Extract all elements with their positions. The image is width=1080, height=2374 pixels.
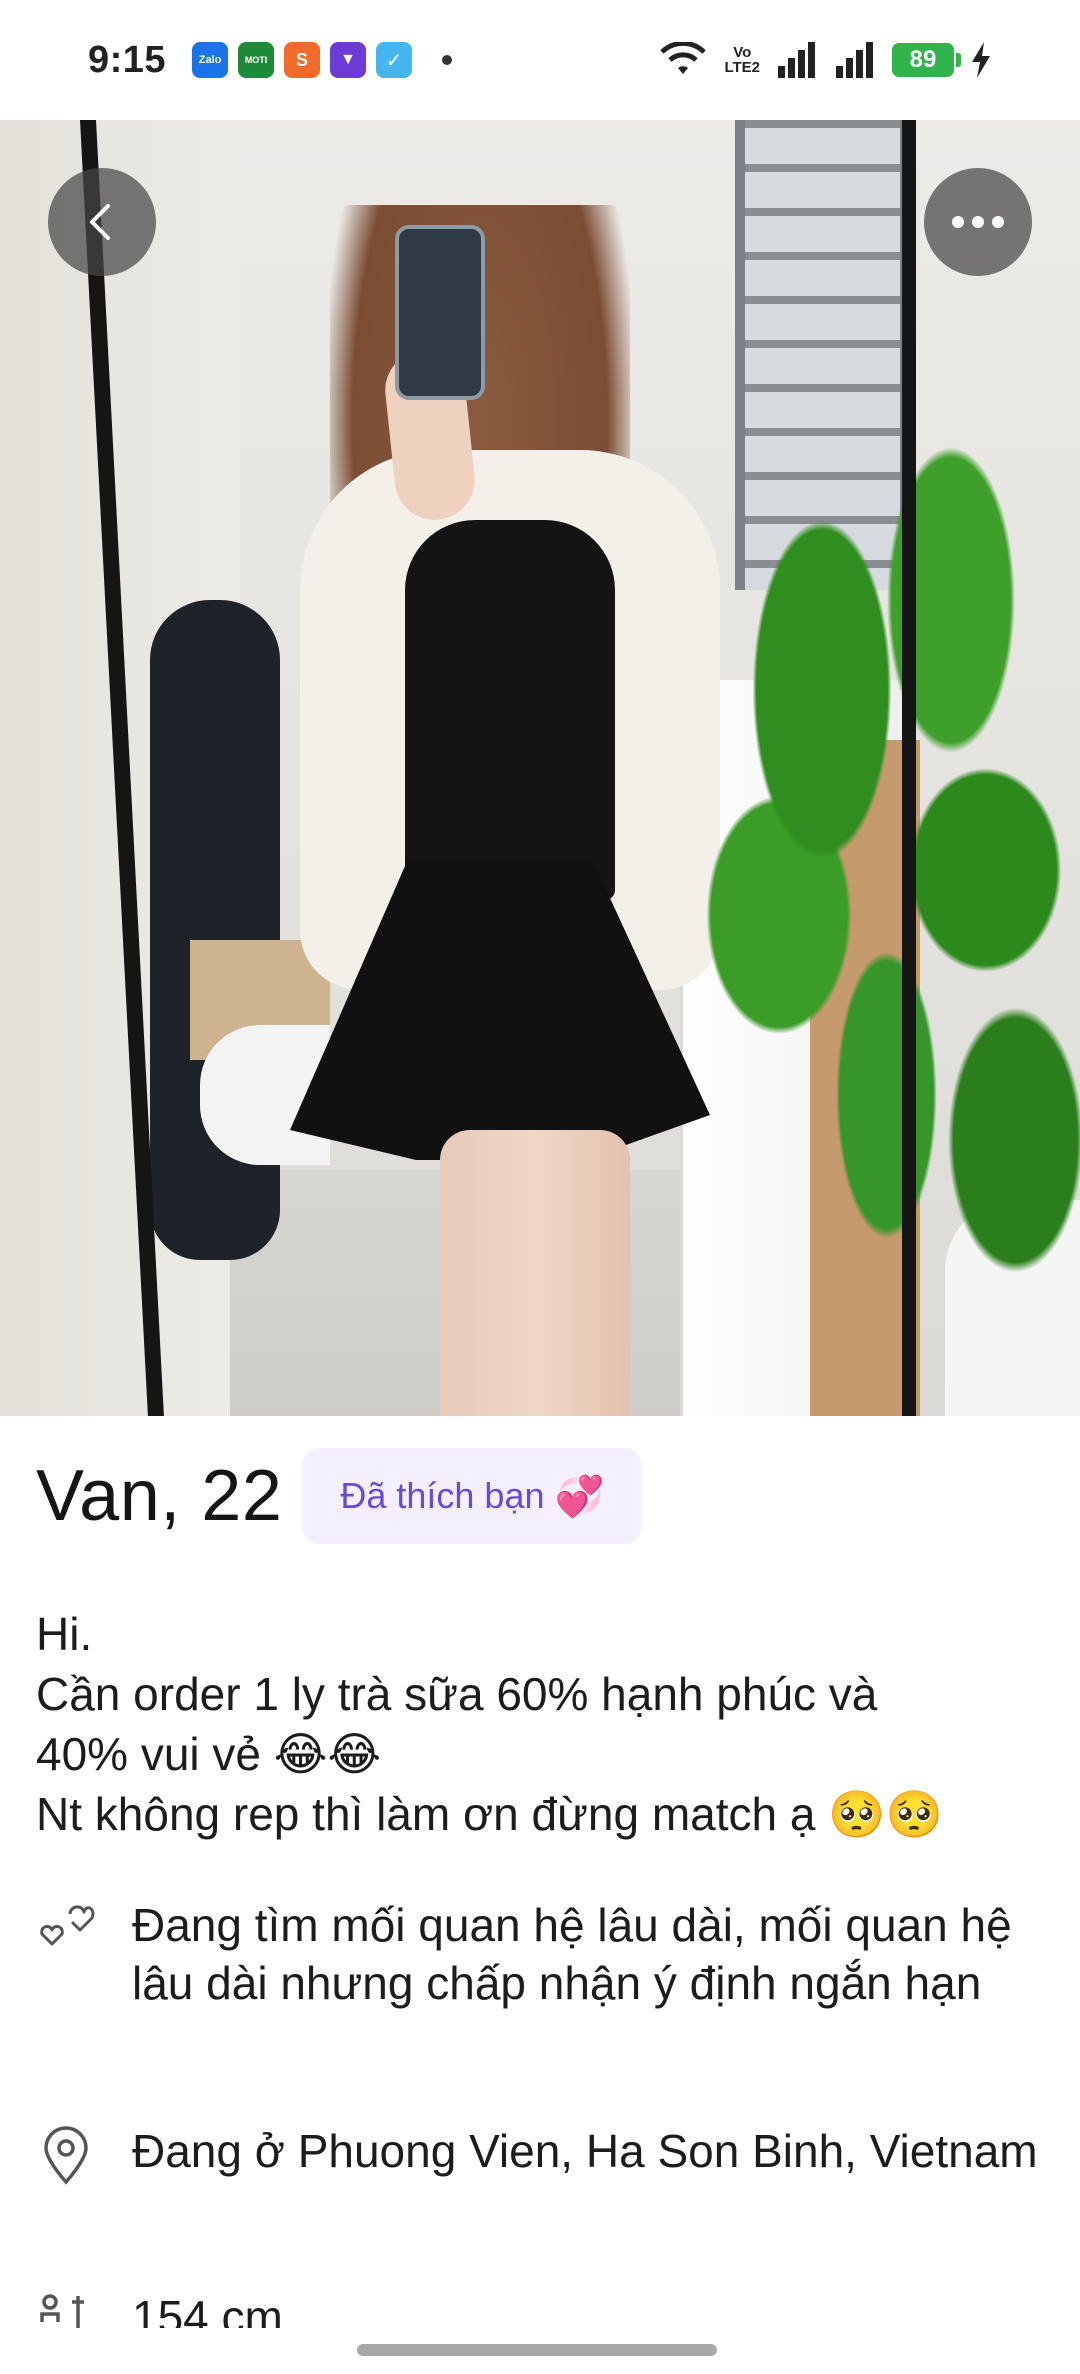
chevron-left-icon bbox=[90, 204, 110, 240]
photo-mirror-frame-right bbox=[902, 120, 916, 1416]
check-app-icon: ✓ bbox=[376, 42, 413, 78]
more-options-button[interactable] bbox=[924, 168, 1032, 276]
signal-1-icon bbox=[778, 42, 815, 78]
height-text: 154 cm bbox=[132, 2291, 283, 2328]
volte-indicator: Vo LTE2 bbox=[724, 45, 760, 75]
back-button[interactable] bbox=[48, 168, 156, 276]
volte-label: Vo bbox=[733, 44, 752, 61]
bio-line: Cần order 1 ly trà sữa 60% hạnh phúc và bbox=[36, 1668, 878, 1720]
relationship-goal-row: Đang tìm mối quan hệ lâu dài, mối quan h… bbox=[36, 1896, 1062, 2012]
status-bar: 9:15 Zalo MOTI S ▼ ✓ Vo LTE2 89 bbox=[0, 0, 1080, 120]
more-dots-icon bbox=[952, 216, 1004, 228]
battery-level: 89 bbox=[909, 46, 937, 73]
signal-2-icon bbox=[836, 42, 873, 78]
status-right: Vo LTE2 89 bbox=[658, 42, 992, 78]
charging-icon bbox=[972, 42, 990, 78]
shopee-icon: S bbox=[284, 42, 321, 78]
height-icon bbox=[40, 2294, 84, 2328]
vidmate-icon: ▼ bbox=[330, 42, 367, 78]
lte-label: LTE2 bbox=[724, 59, 760, 76]
photo-dress-top bbox=[405, 520, 615, 900]
height-row: 154 cm bbox=[36, 2288, 1062, 2328]
battery-indicator: 89 bbox=[892, 43, 961, 77]
profile-screen: 9:15 Zalo MOTI S ▼ ✓ Vo LTE2 89 Van, 22 … bbox=[0, 0, 1080, 2374]
liked-you-text: Đã thích bạn bbox=[340, 1475, 545, 1516]
status-time: 9:15 bbox=[88, 38, 167, 81]
moti-icon: MOTI bbox=[238, 42, 275, 78]
photo-phone bbox=[395, 225, 485, 400]
location-row: Đang ở Phuong Vien, Ha Son Binh, Vietnam bbox=[36, 2122, 1062, 2186]
name-row: Van, 22 Đã thích bạn 💞 bbox=[36, 1448, 643, 1544]
liked-you-badge: Đã thích bạn 💞 bbox=[302, 1448, 643, 1544]
bio-line: Hi. bbox=[36, 1608, 93, 1660]
home-indicator[interactable] bbox=[357, 2344, 717, 2356]
notification-icons: Zalo MOTI S ▼ ✓ bbox=[192, 42, 453, 78]
profile-photo[interactable] bbox=[0, 120, 1080, 1416]
profile-name-age: Van, 22 bbox=[36, 1456, 283, 1536]
hearts-outline-icon bbox=[40, 1905, 95, 1946]
photo-legs bbox=[440, 1130, 630, 1416]
photo-plant bbox=[650, 420, 1080, 1320]
bio-line: Nt không rep thì làm ơn đừng match ạ 🥺🥺 bbox=[36, 1788, 943, 1840]
more-notifications-dot bbox=[442, 55, 453, 65]
wifi-icon bbox=[660, 42, 707, 74]
profile-bio: Hi. Cần order 1 ly trà sữa 60% hạnh phúc… bbox=[36, 1604, 1046, 1844]
zalo-icon: Zalo bbox=[192, 42, 229, 78]
relationship-goal-text: Đang tìm mối quan hệ lâu dài, mối quan h… bbox=[132, 1899, 1012, 2009]
location-text: Đang ở Phuong Vien, Ha Son Binh, Vietnam bbox=[132, 2125, 1038, 2177]
location-pin-icon bbox=[44, 2126, 88, 2185]
bio-line: 40% vui vẻ 😂😂 bbox=[36, 1728, 382, 1780]
two-hearts-icon: 💞 bbox=[554, 1474, 605, 1519]
